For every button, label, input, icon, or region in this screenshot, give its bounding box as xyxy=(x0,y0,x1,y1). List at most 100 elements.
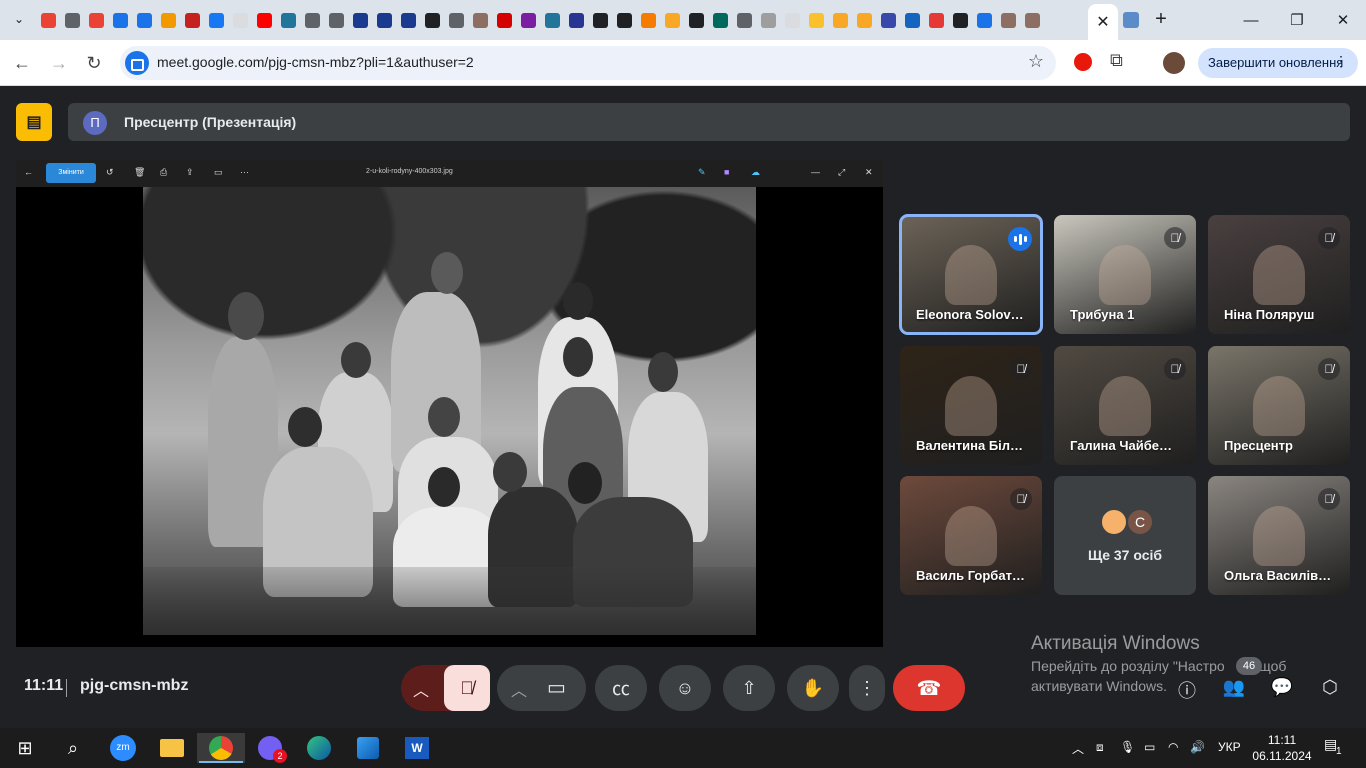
end-call-button[interactable]: ☎ xyxy=(893,665,965,711)
tray-app-icon[interactable]: ⧈ xyxy=(1096,740,1104,755)
pinned-tab-favicon[interactable] xyxy=(324,9,348,31)
back-icon[interactable]: ← xyxy=(9,50,35,76)
bookmark-star-icon[interactable]: ☆ xyxy=(1028,51,1044,72)
participant-tile[interactable]: 🎙̸ Василь Горбат… xyxy=(900,476,1042,595)
pinned-tab-favicon[interactable] xyxy=(684,9,708,31)
maximize-button[interactable]: ❐ xyxy=(1274,6,1320,34)
windows-start-icon[interactable]: ⊞ xyxy=(10,733,40,763)
pinned-tab-favicon[interactable] xyxy=(228,9,252,31)
search-icon[interactable]: ⌕ xyxy=(58,733,88,763)
battery-icon[interactable]: ▭ xyxy=(1144,740,1155,754)
participant-tile[interactable]: 🎙̸ Ніна Поляруш xyxy=(1208,215,1350,334)
pinned-tab-favicon[interactable] xyxy=(468,9,492,31)
people-icon[interactable]: 👥 xyxy=(1221,677,1247,701)
pinned-tab-favicon[interactable] xyxy=(156,9,180,31)
pinned-tab-favicon[interactable] xyxy=(132,9,156,31)
emoji-reaction-button[interactable]: ☺ xyxy=(659,665,711,711)
participant-tile[interactable]: 🎙̸ Ольга Василів… xyxy=(1208,476,1350,595)
meet-site-icon[interactable] xyxy=(125,51,149,75)
edge-icon[interactable] xyxy=(304,733,334,763)
notifications-icon[interactable]: ▤ 1 xyxy=(1324,736,1348,760)
activities-icon[interactable]: ⬡ xyxy=(1317,677,1343,701)
pinned-tab-favicon[interactable] xyxy=(924,9,948,31)
pinned-tab-favicon[interactable] xyxy=(516,9,540,31)
reload-icon[interactable]: ↻ xyxy=(81,50,107,76)
pinned-tab-favicon[interactable] xyxy=(756,9,780,31)
camera-off-icon[interactable]: ▭ xyxy=(547,675,566,700)
photos-app-icon[interactable] xyxy=(353,733,383,763)
meeting-info-icon[interactable]: ⓘ xyxy=(1174,677,1200,701)
close-window-button[interactable]: ✕ xyxy=(1320,6,1366,34)
participant-tile[interactable]: 🎙̸ Пресцентр xyxy=(1208,346,1350,465)
pinned-tab-favicon[interactable] xyxy=(636,9,660,31)
chrome-taskbar-icon[interactable] xyxy=(197,733,245,763)
pinned-tab-favicon[interactable] xyxy=(660,9,684,31)
volume-icon[interactable]: 🔊 xyxy=(1190,740,1205,754)
camera-options-chevron-icon[interactable]: ︿ xyxy=(511,677,527,701)
mic-off-button[interactable]: 🎙̸ xyxy=(444,665,490,711)
pinned-tab-favicon[interactable] xyxy=(420,9,444,31)
pinned-tab-favicon[interactable] xyxy=(732,9,756,31)
pinned-tab-favicon[interactable] xyxy=(564,9,588,31)
pinned-tab-favicon[interactable] xyxy=(444,9,468,31)
participant-tile[interactable]: 🎙̸ Галина Чайбе… xyxy=(1054,346,1196,465)
raise-hand-button[interactable]: ✋ xyxy=(787,665,839,711)
pinned-tab-favicon[interactable] xyxy=(540,9,564,31)
pinned-tab-favicon[interactable] xyxy=(708,9,732,31)
tab-search-icon[interactable]: ⌄ xyxy=(8,8,30,30)
pinned-tab-favicon[interactable] xyxy=(900,9,924,31)
tray-clock[interactable]: 11:11 06.11.2024 xyxy=(1250,732,1314,764)
pinned-tab-favicon[interactable] xyxy=(972,9,996,31)
pinned-tab-favicon[interactable] xyxy=(828,9,852,31)
pinned-tab-favicon[interactable] xyxy=(252,9,276,31)
tray-chevron-icon[interactable]: ︿ xyxy=(1072,740,1084,757)
minimize-button[interactable]: — xyxy=(1228,6,1274,34)
pinned-tab-favicon[interactable] xyxy=(996,9,1020,31)
menu-dots-icon[interactable]: ⋮ xyxy=(1334,53,1348,70)
pinned-tab-favicon[interactable] xyxy=(396,9,420,31)
pinned-tab-favicon[interactable] xyxy=(876,9,900,31)
extensions-puzzle-icon[interactable]: ⧉ xyxy=(1110,50,1132,74)
pinned-tab-favicon[interactable] xyxy=(372,9,396,31)
pinned-tab-favicon[interactable] xyxy=(492,9,516,31)
file-explorer-icon[interactable] xyxy=(157,733,187,763)
mic-options-chevron-icon[interactable]: ︿ xyxy=(413,677,429,701)
present-screen-button[interactable]: ⇧ xyxy=(723,665,775,711)
pinned-tab-favicon[interactable] xyxy=(180,9,204,31)
microphone-tray-icon[interactable]: 🎙 xyxy=(1120,740,1135,754)
chat-icon[interactable]: 💬 xyxy=(1269,677,1295,701)
pinned-tab-favicon[interactable] xyxy=(348,9,372,31)
more-participants-tile[interactable]: С Ще 37 осіб xyxy=(1054,476,1196,595)
forward-icon[interactable]: → xyxy=(46,50,72,76)
pinned-tab-favicon[interactable] xyxy=(60,9,84,31)
pinned-tab-favicon[interactable] xyxy=(780,9,804,31)
pinned-tab-favicon[interactable] xyxy=(852,9,876,31)
pinned-tab-favicon[interactable] xyxy=(948,9,972,31)
pinned-tab-favicon[interactable] xyxy=(300,9,324,31)
participant-tile[interactable]: 🎙̸ Валентина Біл… xyxy=(900,346,1042,465)
extension-icon[interactable] xyxy=(1074,53,1092,71)
captions-button[interactable]: ㏄ xyxy=(595,665,647,711)
pinned-tab-favicon[interactable] xyxy=(204,9,228,31)
zoom-app-icon[interactable]: zm xyxy=(108,733,138,763)
word-icon[interactable]: W xyxy=(402,733,432,763)
tab-favicon[interactable] xyxy=(1120,9,1142,31)
pinned-tab-favicon[interactable] xyxy=(588,9,612,31)
update-button[interactable]: Завершити оновлення ⋮ xyxy=(1198,48,1358,78)
language-indicator[interactable]: УКР xyxy=(1218,740,1241,754)
pinned-tab-favicon[interactable] xyxy=(84,9,108,31)
more-options-button[interactable]: ⋮ xyxy=(849,665,885,711)
pinned-tab-favicon[interactable] xyxy=(108,9,132,31)
presentation-icon[interactable]: ▤ xyxy=(16,103,52,141)
pinned-tab-favicon[interactable] xyxy=(612,9,636,31)
wifi-icon[interactable]: ◠ xyxy=(1168,740,1178,754)
new-tab-button[interactable]: + xyxy=(1150,8,1172,30)
participant-tile[interactable]: Eleonora Solov… xyxy=(899,214,1043,335)
profile-avatar[interactable] xyxy=(1163,52,1185,74)
participant-tile[interactable]: 🎙̸ Трибуна 1 xyxy=(1054,215,1196,334)
pinned-tab-favicon[interactable] xyxy=(1020,9,1044,31)
active-tab-close-button[interactable]: ✕ xyxy=(1088,4,1118,40)
address-bar[interactable]: meet.google.com/pjg-cmsn-mbz?pli=1&authu… xyxy=(120,46,1056,80)
pinned-tab-favicon[interactable] xyxy=(804,9,828,31)
pinned-tab-favicon[interactable] xyxy=(276,9,300,31)
